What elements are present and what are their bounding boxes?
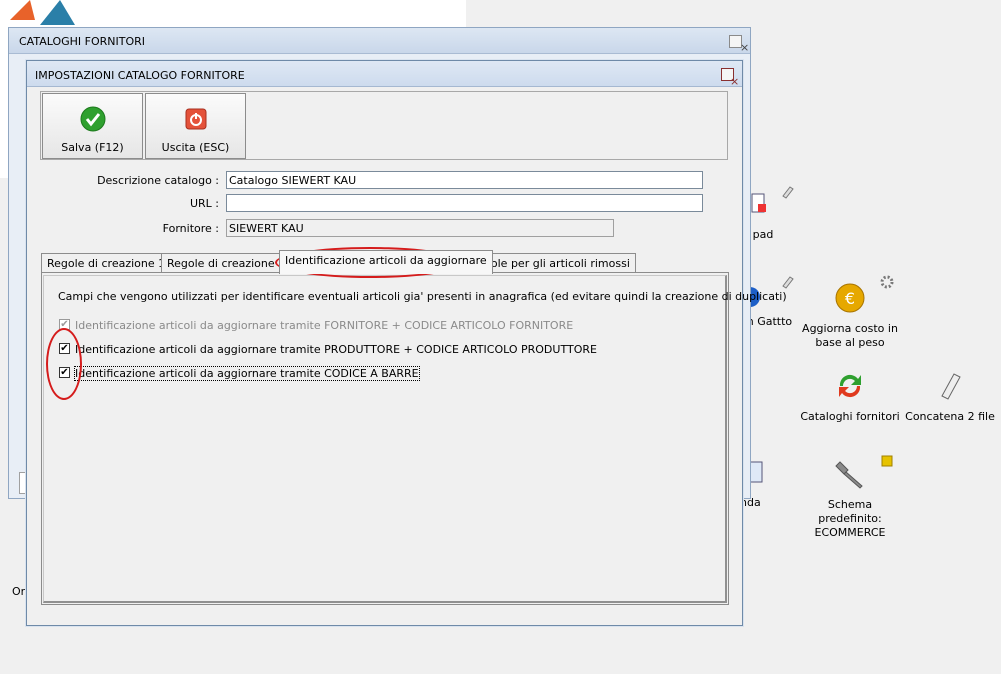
fornitore-input <box>226 219 614 237</box>
option-label: Identificazione articoli da aggiornare t… <box>74 366 420 381</box>
desktop-item-label-line1: Aggiorna costo in <box>802 322 898 335</box>
fornitore-label: Fornitore : <box>162 222 219 235</box>
toolbar: Salva (F12) Uscita (ESC) <box>40 91 728 160</box>
desktop-item-label-line1: Schema <box>827 498 873 511</box>
url-label: URL : <box>189 197 219 210</box>
desktop-item-schema-predefinito[interactable]: Schema predefinito: ECOMMERCE <box>800 458 900 540</box>
exit-button-label: Uscita (ESC) <box>161 141 230 154</box>
desktop-item-label-line2: base al peso <box>815 336 885 349</box>
close-icon: × <box>730 75 740 88</box>
power-icon <box>185 108 207 130</box>
desktop-item-label-line2: predefinito: <box>818 512 882 525</box>
option-label: Identificazione articoli da aggiornare t… <box>75 319 574 332</box>
notepad-icon <box>751 193 766 213</box>
dialog-title: IMPOSTAZIONI CATALOGO FORNITORE <box>35 69 245 82</box>
refresh-arrows-icon <box>839 374 861 398</box>
tab-regole-creazione-2[interactable]: Regole di creazione 2 <box>161 253 292 273</box>
desktop-item-label: Concatena 2 file <box>905 410 995 423</box>
scroll-document-icon <box>941 373 961 400</box>
settings-dialog: IMPOSTAZIONI CATALOGO FORNITORE × Salva … <box>26 60 787 626</box>
save-button[interactable]: Salva (F12) <box>42 93 143 159</box>
scroll-icon <box>782 276 794 289</box>
close-icon: × <box>740 41 750 54</box>
desktop-item-cataloghi-fornitori[interactable]: Cataloghi fornitori <box>800 370 900 424</box>
scroll-icon <box>782 186 794 199</box>
descrizione-label: Descrizione catalogo : <box>97 174 219 187</box>
exit-button[interactable]: Uscita (ESC) <box>145 93 246 159</box>
cube-icon <box>881 455 893 467</box>
desktop-item-concatena[interactable]: Concatena 2 file <box>905 370 995 424</box>
gear-icon <box>880 275 894 289</box>
outer-window-title: CATALOGHI FORNITORI <box>19 35 146 48</box>
desktop-item-aggiorna-costo[interactable]: € Aggiorna costo in base al peso <box>800 282 900 350</box>
desktop-item-label: Cataloghi fornitori <box>800 410 900 423</box>
panel-description: Campi che vengono utilizzati per identif… <box>58 290 787 303</box>
save-button-label: Salva (F12) <box>61 141 124 154</box>
url-input[interactable] <box>226 194 703 212</box>
desktop-item-label: pad <box>752 228 774 241</box>
euro-coin-icon: € <box>835 283 865 313</box>
desktop-item-label-line3: ECOMMERCE <box>814 526 886 539</box>
tab-regole-creazione-1[interactable]: Regole di creazione 1 <box>41 253 172 273</box>
outer-close-button[interactable]: × <box>729 35 749 53</box>
outer-window-titlebar[interactable]: CATALOGHI FORNITORI × <box>9 28 750 54</box>
option-label: Identificazione articoli da aggiornare t… <box>75 343 597 356</box>
dialog-titlebar[interactable]: IMPOSTAZIONI CATALOGO FORNITORE × <box>27 61 742 87</box>
check-icon <box>80 106 106 132</box>
tab-identificazione-articoli[interactable]: Identificazione articoli da aggiornare <box>279 250 493 274</box>
dialog-close-button[interactable]: × <box>721 68 739 87</box>
svg-text:€: € <box>845 289 855 308</box>
annotation-ring-checkboxes <box>46 328 82 400</box>
wrench-icon <box>835 461 863 489</box>
descrizione-input[interactable] <box>226 171 703 189</box>
